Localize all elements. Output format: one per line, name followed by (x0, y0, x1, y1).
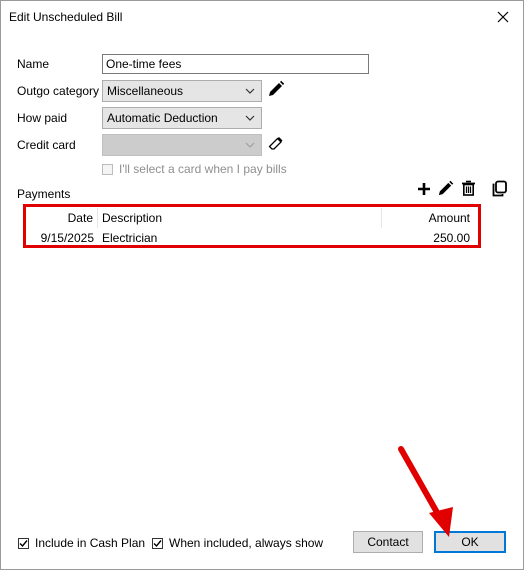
title-bar: Edit Unscheduled Bill (1, 1, 523, 35)
category-value: Miscellaneous (107, 84, 184, 98)
category-label: Outgo category (17, 84, 100, 98)
window-title: Edit Unscheduled Bill (9, 10, 123, 24)
payments-label: Payments (17, 187, 71, 201)
clear-credit-card-button[interactable] (267, 134, 285, 152)
always-show-label: When included, always show (169, 536, 324, 550)
name-label: Name (17, 57, 50, 71)
edit-category-button[interactable] (266, 79, 286, 99)
column-header-date[interactable]: Date (26, 208, 98, 228)
payment-amount: 250.00 (433, 231, 470, 245)
include-cash-plan-row[interactable]: Include in Cash Plan (18, 536, 145, 550)
annotation-arrow-icon (398, 446, 453, 537)
include-cash-plan-label: Include in Cash Plan (35, 536, 146, 550)
plus-icon (418, 183, 430, 195)
table-row[interactable]: 9/15/2025 Electrician 250.00 (26, 228, 478, 248)
column-header-amount[interactable]: Amount (382, 208, 474, 228)
ok-button[interactable]: OK (434, 531, 506, 553)
add-payment-button[interactable] (415, 180, 433, 198)
how-paid-select[interactable]: Automatic Deduction (102, 107, 262, 129)
category-select[interactable]: Miscellaneous (102, 80, 262, 102)
copy-payment-button[interactable] (490, 179, 508, 197)
how-paid-value: Automatic Deduction (107, 111, 218, 125)
eraser-icon (268, 137, 283, 150)
trash-icon (461, 180, 475, 196)
chevron-down-icon (243, 111, 257, 125)
delete-payment-button[interactable] (459, 179, 477, 197)
payment-description: Electrician (102, 231, 158, 245)
checkmark-icon (19, 539, 28, 547)
chevron-down-icon (243, 138, 257, 152)
chevron-down-icon (243, 84, 257, 98)
always-show-checkbox[interactable] (152, 537, 163, 549)
select-card-later-checkbox[interactable] (102, 163, 113, 175)
close-button[interactable] (493, 7, 513, 27)
column-header-description[interactable]: Description (98, 208, 382, 228)
include-cash-plan-checkbox[interactable] (18, 537, 29, 549)
credit-card-select[interactable] (102, 134, 262, 156)
payment-date: 9/15/2025 (40, 231, 94, 245)
how-paid-label: How paid (17, 111, 68, 125)
payments-table: Date Description Amount 9/15/2025 Electr… (23, 204, 481, 248)
copy-icon (492, 180, 507, 196)
close-icon (497, 11, 509, 23)
table-header: Date Description Amount (26, 208, 478, 228)
edit-payment-button[interactable] (436, 179, 454, 197)
pencil-icon (269, 80, 285, 96)
always-show-row[interactable]: When included, always show (152, 536, 323, 550)
select-card-later-label: I'll select a card when I pay bills (119, 162, 287, 176)
credit-card-label: Credit card (17, 138, 76, 152)
contact-button[interactable]: Contact (353, 531, 423, 553)
pencil-icon (438, 180, 453, 195)
checkmark-icon (153, 539, 162, 547)
name-input[interactable] (102, 54, 369, 74)
dialog-window: Edit Unscheduled Bill Name Outgo categor… (0, 0, 524, 570)
select-card-later-row[interactable]: I'll select a card when I pay bills (102, 162, 287, 176)
